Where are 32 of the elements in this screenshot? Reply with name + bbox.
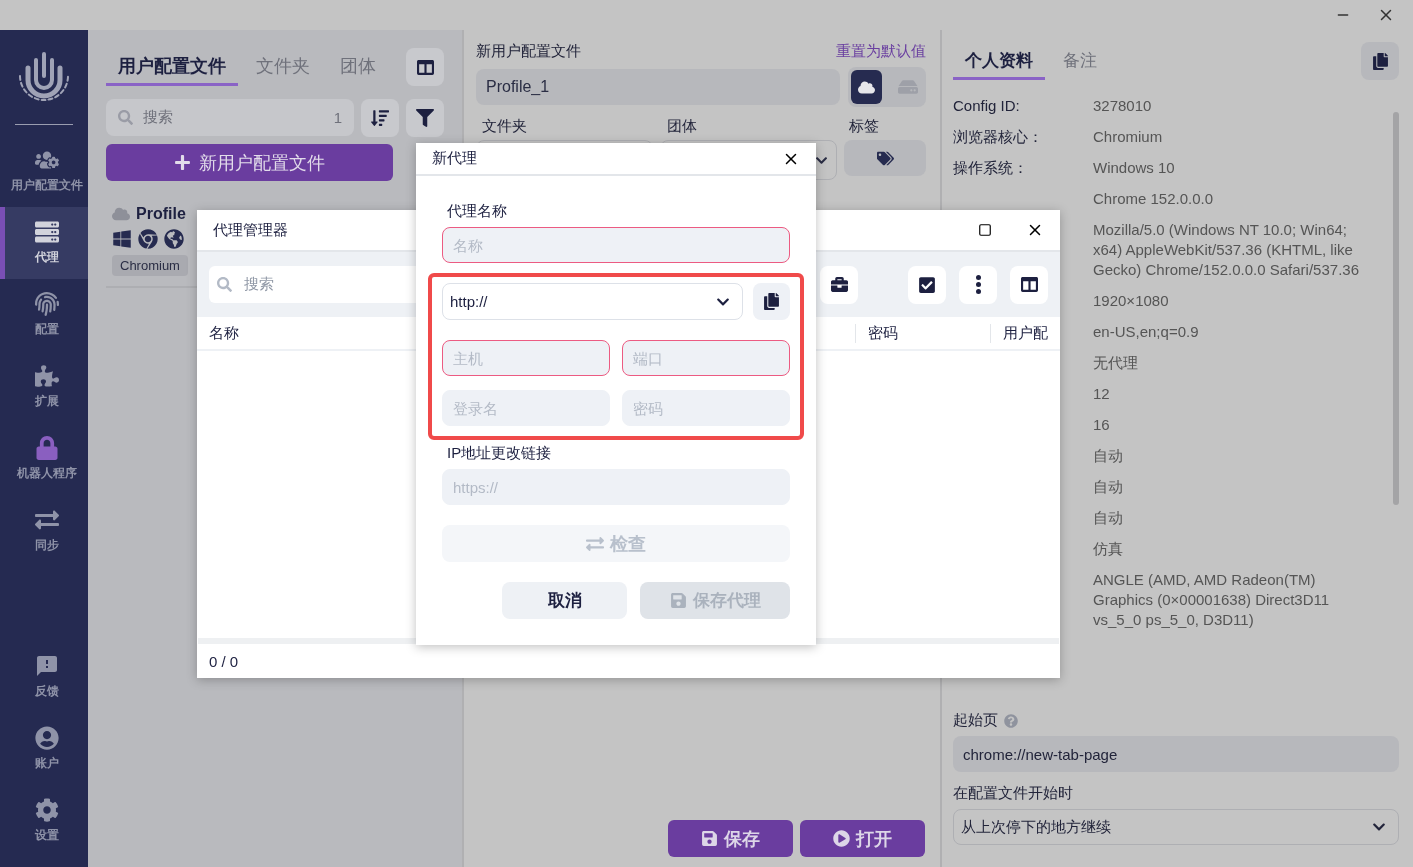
field-label: 团体: [667, 117, 698, 136]
info-value: 无代理: [1093, 353, 1139, 373]
field-label: 代理名称: [446, 202, 508, 221]
field-label: 在配置文件开始时: [953, 784, 1073, 801]
section-title: 新用户配置文件: [476, 42, 581, 61]
info-value: 12: [1093, 384, 1111, 404]
profile-name: Profile: [136, 205, 186, 223]
info-value: 3278010: [1093, 96, 1153, 116]
info-value: Windows 10: [1093, 158, 1176, 178]
browser-tag: Chromium: [112, 255, 188, 276]
info-value: Chrome 152.0.0.0: [1093, 189, 1215, 209]
info-value: 自动: [1093, 508, 1124, 528]
info-value: Chromium: [1093, 127, 1164, 147]
field-label: 文件夹: [482, 117, 528, 136]
info-value: 自动: [1093, 446, 1124, 466]
window-title: 代理管理器: [213, 220, 288, 240]
field-label: IP地址更改链接: [446, 444, 552, 461]
info-value: 16: [1093, 415, 1111, 435]
field-label: 起始页: [953, 711, 998, 730]
info-value: ANGLE (AMD, AMD Radeon(TM) Graphics (0×00001638) Direct3D11 vs_5_0 ps_5_0, D3D11): [1093, 570, 1331, 630]
info-value: 仿真: [1093, 539, 1124, 559]
info-value: en-US,en;q=0.9: [1093, 322, 1200, 342]
info-label: 浏览器核心：: [953, 127, 1044, 147]
info-label: 操作系统：: [953, 158, 1029, 178]
dialog-title: 新代理: [432, 149, 477, 168]
info-value: 自动: [1093, 477, 1124, 497]
info-value: Mozilla/5.0 (Windows NT 10.0; Win64; x64) AppleWebKit/537.36 (KHTML, like Gecko) Chrome/152.0.0.0 Safari/537.36: [1093, 220, 1360, 280]
result-count: 1: [333, 109, 342, 126]
field-label: 标签: [849, 117, 880, 136]
info-value: 1920×1080: [1093, 291, 1170, 311]
info-label: Config ID:: [953, 96, 1021, 116]
page-count: 0 / 0: [209, 652, 239, 670]
